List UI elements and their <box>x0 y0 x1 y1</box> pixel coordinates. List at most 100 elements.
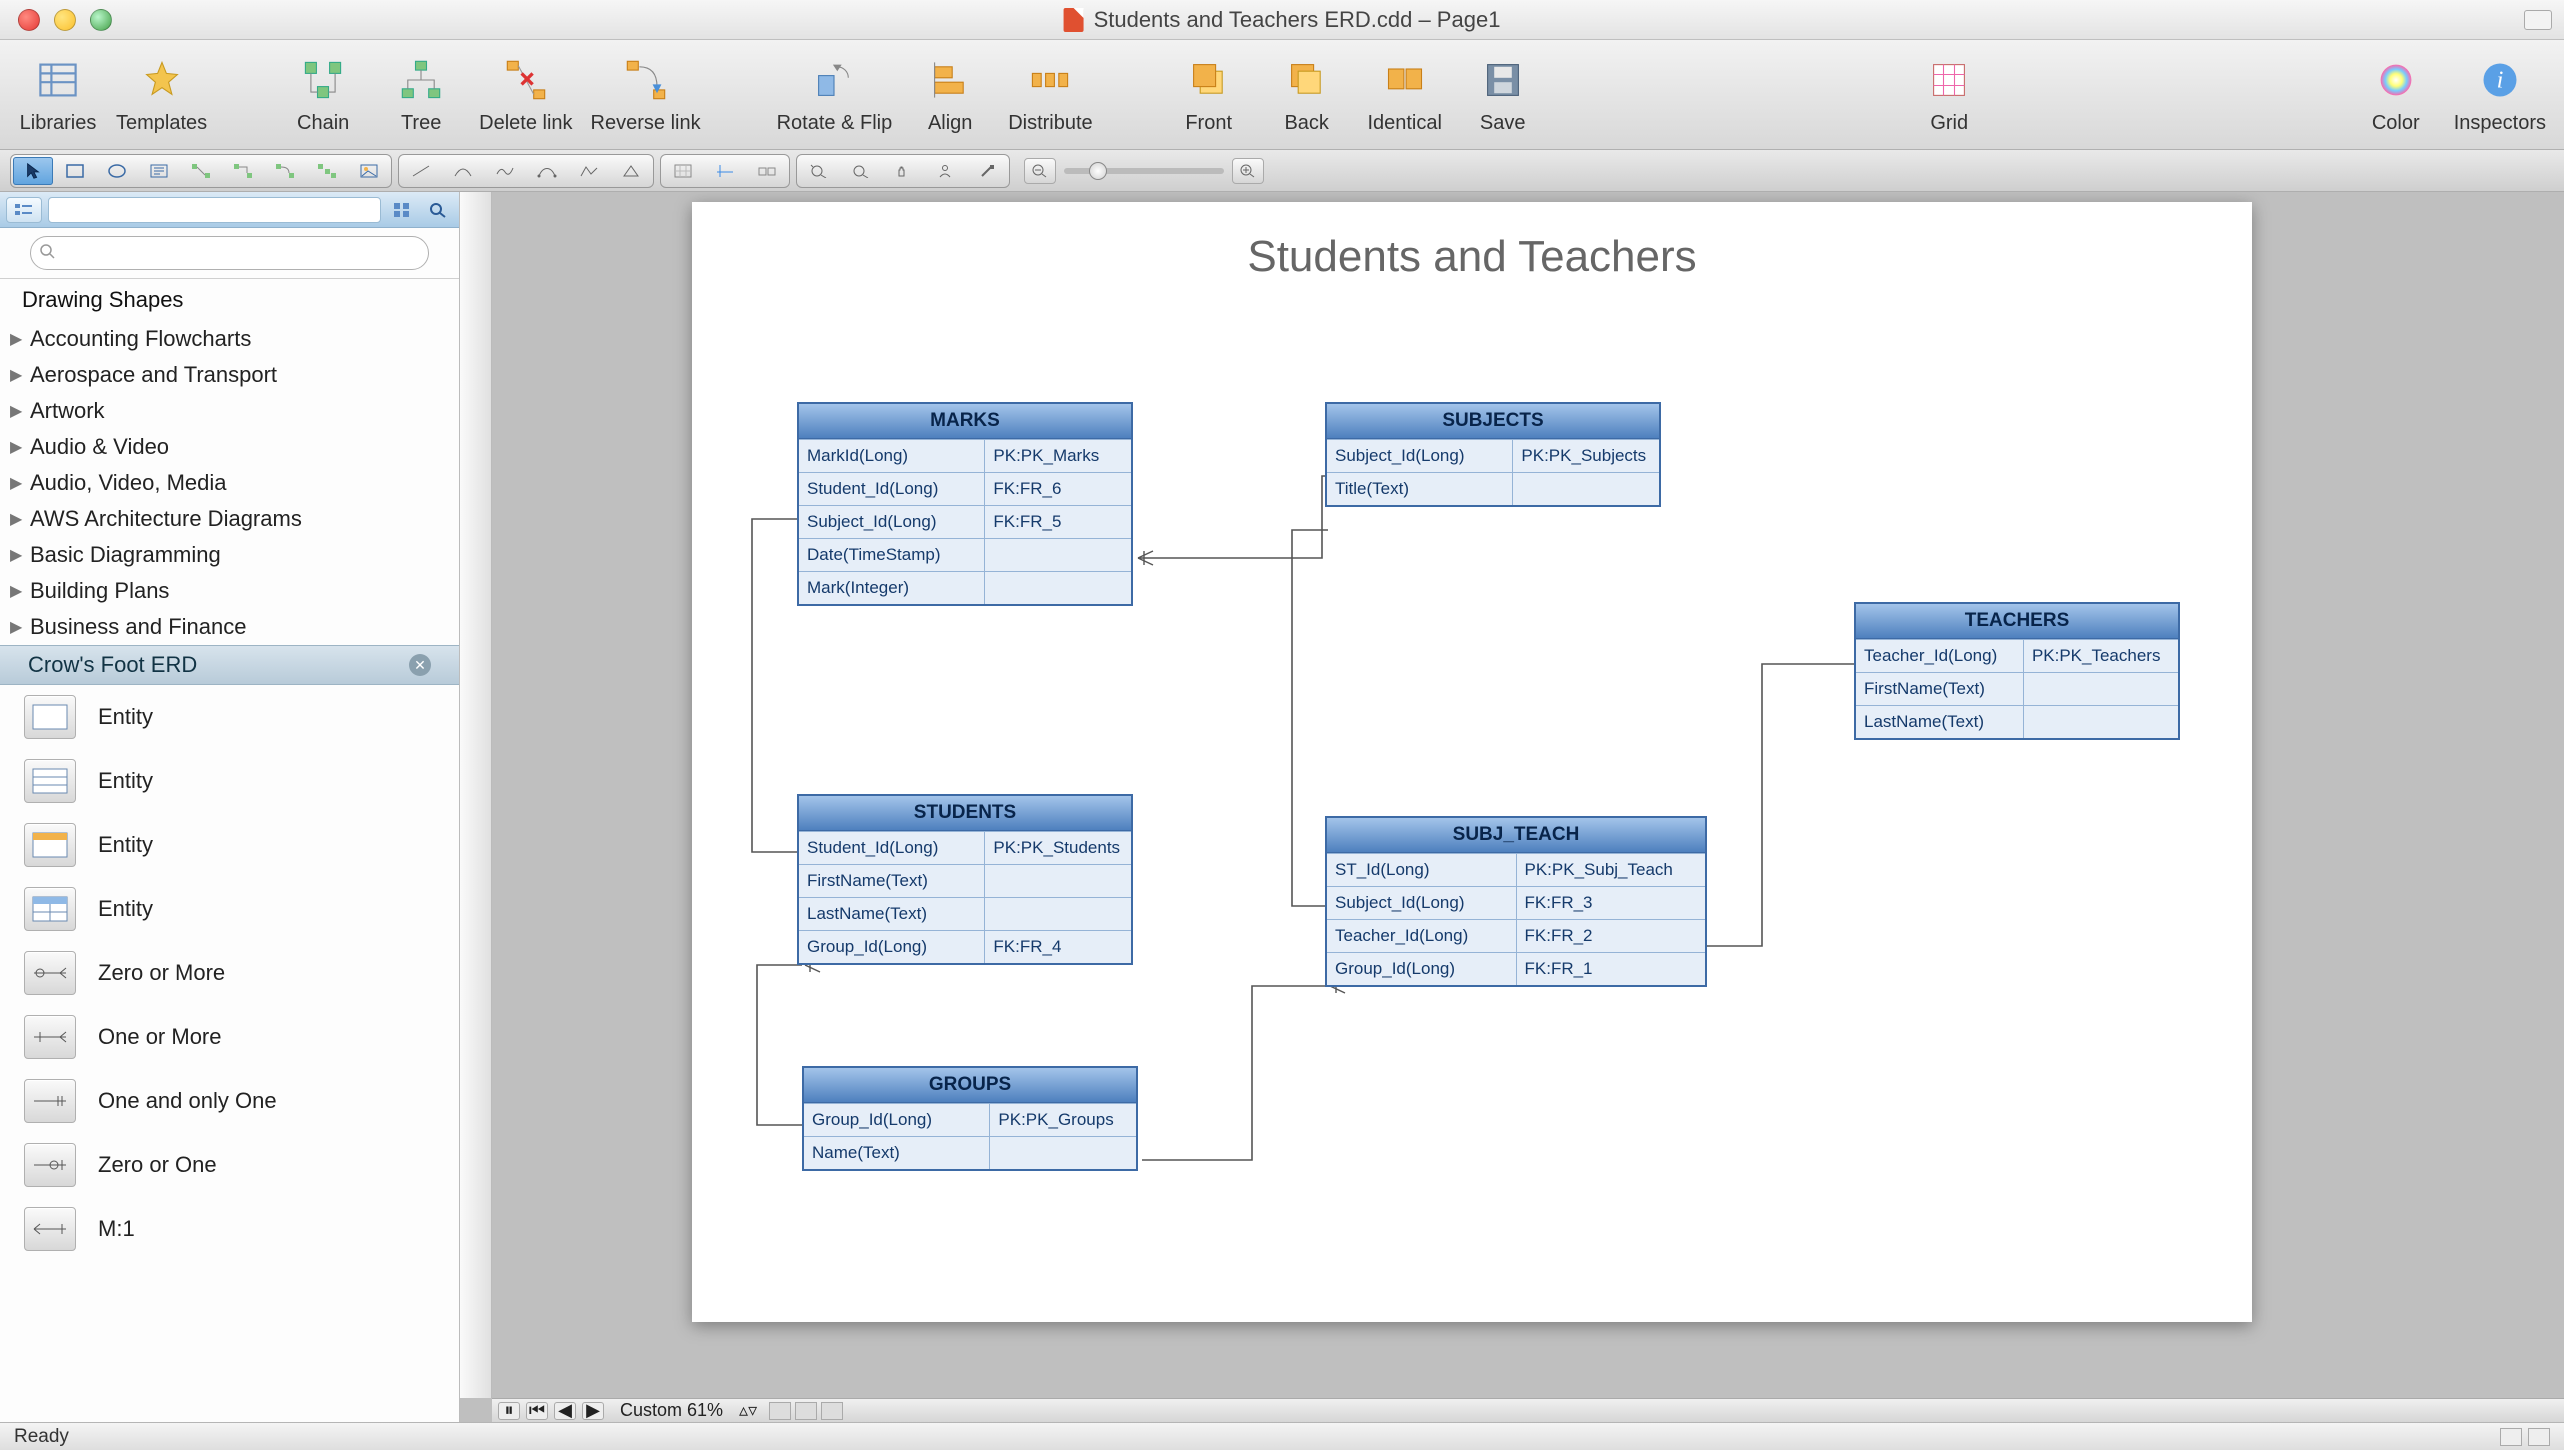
library-category[interactable]: ▶Artwork <box>0 393 459 429</box>
pager-next[interactable]: ▶ <box>582 1402 604 1420</box>
snap-objects-tool[interactable] <box>747 157 787 185</box>
canvas-viewport[interactable]: Students and Teachers <box>492 192 2564 1398</box>
entity-row[interactable]: Student_Id(Long)PK:PK_Students <box>799 832 1131 865</box>
front-button[interactable]: Front <box>1169 54 1249 135</box>
snap-guides-tool[interactable] <box>705 157 745 185</box>
page[interactable]: Students and Teachers <box>692 202 2252 1322</box>
inspectors-button[interactable]: i Inspectors <box>2454 54 2546 135</box>
distribute-button[interactable]: Distribute <box>1008 54 1092 135</box>
round-connector-tool[interactable] <box>265 157 305 185</box>
entity-subjects[interactable]: SUBJECTSSubject_Id(Long)PK:PK_SubjectsTi… <box>1325 402 1661 507</box>
ellipse-tool[interactable] <box>97 157 137 185</box>
identical-button[interactable]: Identical <box>1365 54 1445 135</box>
zoom-slider[interactable] <box>1064 168 1224 174</box>
page-tab-2[interactable] <box>795 1402 817 1420</box>
library-category[interactable]: ▶Accounting Flowcharts <box>0 321 459 357</box>
entity-row[interactable]: Subject_Id(Long)PK:PK_Subjects <box>1327 440 1659 473</box>
close-library-button[interactable]: ✕ <box>409 654 431 676</box>
entity-row[interactable]: Group_Id(Long)FK:FR_4 <box>799 931 1131 964</box>
back-button[interactable]: Back <box>1267 54 1347 135</box>
text-tool[interactable] <box>139 157 179 185</box>
entity-row[interactable]: Group_Id(Long)PK:PK_Groups <box>804 1104 1136 1137</box>
library-category[interactable]: ▶Business and Finance <box>0 609 459 645</box>
entity-row[interactable]: Date(TimeStamp) <box>799 539 1131 572</box>
zoom-in-button[interactable] <box>1232 158 1264 184</box>
libraries-button[interactable]: Libraries <box>18 54 98 135</box>
library-category[interactable]: ▶Building Plans <box>0 573 459 609</box>
fit-page-tool[interactable] <box>799 157 839 185</box>
snap-grid-tool[interactable] <box>663 157 703 185</box>
fullscreen-button[interactable] <box>2524 10 2552 30</box>
entity-row[interactable]: Subject_Id(Long)FK:FR_5 <box>799 506 1131 539</box>
save-button[interactable]: Save <box>1463 54 1543 135</box>
zoom-stepper-icon[interactable]: ▵▿ <box>739 1400 757 1421</box>
insert-image-tool[interactable] <box>349 157 389 185</box>
align-button[interactable]: Align <box>910 54 990 135</box>
close-window-button[interactable] <box>18 9 40 31</box>
entity-row[interactable]: Mark(Integer) <box>799 572 1131 605</box>
library-category[interactable]: ▶Audio, Video, Media <box>0 465 459 501</box>
shape-item[interactable]: M:1 <box>0 1197 459 1261</box>
polyline-tool[interactable] <box>569 157 609 185</box>
polygon-tool[interactable] <box>611 157 651 185</box>
eyedropper-tool[interactable] <box>967 157 1007 185</box>
pager-pause[interactable]: ⏸ <box>498 1402 520 1420</box>
entity-teachers[interactable]: TEACHERSTeacher_Id(Long)PK:PK_TeachersFi… <box>1854 602 2180 740</box>
line-tool[interactable] <box>401 157 441 185</box>
shape-item[interactable]: Entity <box>0 877 459 941</box>
entity-row[interactable]: Group_Id(Long)FK:FR_1 <box>1327 953 1705 986</box>
pager-prev[interactable]: ◀ <box>554 1402 576 1420</box>
shape-item[interactable]: Entity <box>0 685 459 749</box>
status-view-2[interactable] <box>2528 1428 2550 1446</box>
spline-tool[interactable] <box>485 157 525 185</box>
active-library-header[interactable]: Crow's Foot ERD ✕ <box>0 645 459 685</box>
rotate-flip-button[interactable]: Rotate & Flip <box>777 54 893 135</box>
pager-first[interactable]: ⏮ <box>526 1402 548 1420</box>
entity-row[interactable]: Teacher_Id(Long)FK:FR_2 <box>1327 920 1705 953</box>
library-search-input[interactable] <box>30 236 429 270</box>
pointer-tool[interactable] <box>13 157 53 185</box>
library-category[interactable]: ▶AWS Architecture Diagrams <box>0 501 459 537</box>
chain-button[interactable]: Chain <box>283 54 363 135</box>
sidebar-filter-input[interactable] <box>48 197 381 223</box>
page-tab-3[interactable] <box>821 1402 843 1420</box>
entity-row[interactable]: Title(Text) <box>1327 473 1659 506</box>
status-view-1[interactable] <box>2500 1428 2522 1446</box>
search-view-button[interactable] <box>423 197 453 223</box>
shape-item[interactable]: Zero or More <box>0 941 459 1005</box>
rectangle-tool[interactable] <box>55 157 95 185</box>
shape-item[interactable]: One and only One <box>0 1069 459 1133</box>
smart-connector-tool[interactable] <box>223 157 263 185</box>
entity-students[interactable]: STUDENTSStudent_Id(Long)PK:PK_StudentsFi… <box>797 794 1133 965</box>
entity-row[interactable]: LastName(Text) <box>1856 706 2178 739</box>
zoom-window-button[interactable] <box>90 9 112 31</box>
shape-item[interactable]: Entity <box>0 813 459 877</box>
bezier-tool[interactable] <box>527 157 567 185</box>
tree-button[interactable]: Tree <box>381 54 461 135</box>
entity-row[interactable]: Subject_Id(Long)FK:FR_3 <box>1327 887 1705 920</box>
shape-item[interactable]: Zero or One <box>0 1133 459 1197</box>
library-category[interactable]: ▶Basic Diagramming <box>0 537 459 573</box>
entity-row[interactable]: FirstName(Text) <box>799 865 1131 898</box>
entity-row[interactable]: ST_Id(Long)PK:PK_Subj_Teach <box>1327 854 1705 887</box>
delete-link-button[interactable]: Delete link <box>479 54 572 135</box>
library-category[interactable]: ▶Audio & Video <box>0 429 459 465</box>
entity-marks[interactable]: MARKSMarkId(Long)PK:PK_MarksStudent_Id(L… <box>797 402 1133 606</box>
page-tab-1[interactable] <box>769 1402 791 1420</box>
grid-button[interactable]: Grid <box>1909 54 1989 135</box>
entity-row[interactable]: FirstName(Text) <box>1856 673 2178 706</box>
shape-item[interactable]: Entity <box>0 749 459 813</box>
zoom-out-button[interactable] <box>1024 158 1056 184</box>
entity-row[interactable]: Name(Text) <box>804 1137 1136 1170</box>
templates-button[interactable]: Templates <box>116 54 207 135</box>
color-button[interactable]: Color <box>2356 54 2436 135</box>
library-view-button[interactable] <box>6 197 42 223</box>
entity-row[interactable]: Teacher_Id(Long)PK:PK_Teachers <box>1856 640 2178 673</box>
library-category[interactable]: ▶Aerospace and Transport <box>0 357 459 393</box>
zoom-tool[interactable] <box>841 157 881 185</box>
hand-tool[interactable] <box>883 157 923 185</box>
chain-sequential-tool[interactable] <box>307 157 347 185</box>
shape-item[interactable]: One or More <box>0 1005 459 1069</box>
entity-subj-teach[interactable]: SUBJ_TEACHST_Id(Long)PK:PK_Subj_TeachSub… <box>1325 816 1707 987</box>
entity-row[interactable]: Student_Id(Long)FK:FR_6 <box>799 473 1131 506</box>
